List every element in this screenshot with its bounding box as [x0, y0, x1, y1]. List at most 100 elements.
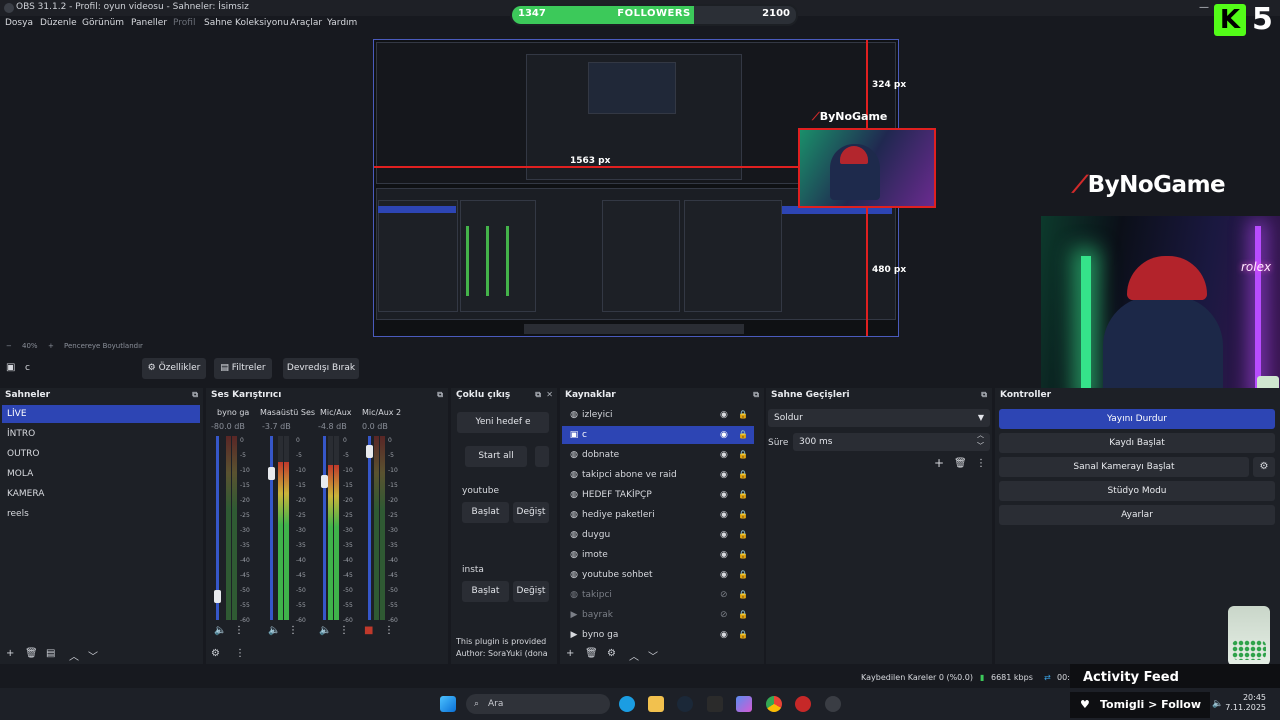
scene-item[interactable]: LİVE: [2, 405, 200, 423]
eye-icon[interactable]: ◉: [720, 506, 728, 524]
target-edit-button[interactable]: Değişt: [513, 502, 549, 523]
menu-file[interactable]: Dosya: [5, 18, 33, 28]
add-source-button[interactable]: +: [566, 648, 574, 659]
zoom-in-button[interactable]: +: [48, 342, 54, 350]
eye-hidden-icon[interactable]: ⊘: [720, 606, 728, 624]
mute-icon[interactable]: 🔈: [214, 625, 226, 636]
source-item[interactable]: ◍ izleyici ◉ 🔒: [562, 406, 754, 424]
eye-icon[interactable]: ◉: [720, 486, 728, 504]
remove-source-button[interactable]: 🗑: [585, 648, 598, 659]
channel-menu-icon[interactable]: ⋮: [339, 625, 349, 636]
eye-icon[interactable]: ◉: [720, 566, 728, 584]
move-down-button[interactable]: ﹀: [648, 648, 658, 663]
chrome-icon[interactable]: [766, 696, 782, 712]
eye-icon[interactable]: ◉: [720, 446, 728, 464]
copilot-icon[interactable]: [736, 696, 752, 712]
menu-scene-collection[interactable]: Sahne Koleksiyonu: [204, 18, 289, 28]
virtual-camera-settings-icon[interactable]: ⚙: [1253, 457, 1275, 477]
lock-icon[interactable]: 🔒: [738, 486, 748, 504]
undock-icon[interactable]: ⧉: [437, 390, 443, 400]
menu-edit[interactable]: Düzenle: [40, 18, 77, 28]
menu-view[interactable]: Görünüm: [82, 18, 124, 28]
lock-icon[interactable]: 🔒: [738, 506, 748, 524]
eye-icon[interactable]: ◉: [720, 526, 728, 544]
lock-icon[interactable]: 🔒: [738, 526, 748, 544]
move-down-button[interactable]: ﹀: [88, 648, 98, 663]
channel-menu-icon[interactable]: ⋮: [234, 625, 244, 636]
minimize-button[interactable]: —: [1192, 0, 1216, 16]
selected-source-bounds[interactable]: [798, 128, 936, 208]
settings-button[interactable]: Ayarlar: [999, 505, 1275, 525]
eye-icon[interactable]: ◉: [720, 626, 728, 644]
edge-icon[interactable]: [619, 696, 635, 712]
virtual-camera-button[interactable]: Sanal Kamerayı Başlat: [999, 457, 1249, 477]
stop-all-button[interactable]: [535, 446, 549, 467]
menu-profile[interactable]: Profil: [173, 18, 195, 28]
muted-icon[interactable]: ■: [364, 625, 373, 636]
move-up-button[interactable]: ︿: [629, 648, 639, 663]
volume-fader-knob[interactable]: [321, 475, 328, 489]
scene-item[interactable]: İNTRO: [2, 425, 200, 443]
menu-docks[interactable]: Paneller: [131, 18, 167, 28]
lock-icon[interactable]: 🔒: [738, 566, 748, 584]
lock-icon[interactable]: 🔒: [738, 546, 748, 564]
source-item[interactable]: ▶ byno ga ◉ 🔒: [562, 626, 754, 644]
channel-menu-icon[interactable]: ⋮: [384, 625, 394, 636]
remove-transition-button[interactable]: 🗑: [954, 458, 967, 469]
move-up-button[interactable]: ︿: [69, 648, 79, 663]
source-properties-button[interactable]: ⚙: [607, 648, 616, 659]
source-item[interactable]: ◍ HEDEF TAKİPÇP ◉ 🔒: [562, 486, 754, 504]
eye-icon[interactable]: ◉: [720, 466, 728, 484]
start-all-button[interactable]: Start all: [465, 446, 527, 467]
mute-icon[interactable]: 🔈: [268, 625, 280, 636]
source-item[interactable]: ◍ imote ◉ 🔒: [562, 546, 754, 564]
scene-item[interactable]: reels: [2, 505, 200, 523]
app-red-icon[interactable]: [795, 696, 811, 712]
source-item[interactable]: ▣ c ◉ 🔒: [562, 426, 754, 444]
transition-menu-icon[interactable]: ⋮: [976, 458, 986, 469]
scene-item[interactable]: KAMERA: [2, 485, 200, 503]
source-item[interactable]: ◍ takipci ⊘ 🔒: [562, 586, 754, 604]
mute-icon[interactable]: 🔈: [319, 625, 331, 636]
volume-fader-knob[interactable]: [366, 444, 373, 458]
obs-icon[interactable]: [825, 696, 841, 712]
deactivate-button[interactable]: Devredışı Bırak: [283, 358, 359, 379]
author-note[interactable]: Author: SoraYuki (dona: [456, 649, 548, 658]
channel-menu-icon[interactable]: ⋮: [288, 625, 298, 636]
scene-item[interactable]: OUTRO: [2, 445, 200, 463]
source-item[interactable]: ◍ dobnate ◉ 🔒: [562, 446, 754, 464]
remove-scene-button[interactable]: 🗑: [25, 648, 38, 659]
properties-button[interactable]: ⚙ Özellikler: [142, 358, 206, 379]
target-start-button[interactable]: Başlat: [462, 581, 509, 602]
menu-help[interactable]: Yardım: [327, 18, 357, 28]
filters-button[interactable]: ▤ Filtreler: [214, 358, 272, 379]
lock-icon[interactable]: 🔒: [738, 426, 748, 444]
lock-icon[interactable]: 🔒: [738, 406, 748, 424]
new-target-button[interactable]: Yeni hedef e: [457, 412, 549, 433]
stop-stream-button[interactable]: Yayını Durdur: [999, 409, 1275, 429]
volume-fader-track[interactable]: [323, 436, 326, 620]
source-item[interactable]: ◍ youtube sohbet ◉ 🔒: [562, 566, 754, 584]
eye-hidden-icon[interactable]: ⊘: [720, 586, 728, 604]
epic-games-icon[interactable]: [707, 696, 723, 712]
file-explorer-icon[interactable]: [648, 696, 664, 712]
eye-icon[interactable]: ◉: [720, 406, 728, 424]
add-scene-button[interactable]: +: [6, 648, 14, 659]
close-icon[interactable]: ✕: [546, 390, 553, 399]
source-item[interactable]: ◍ duygu ◉ 🔒: [562, 526, 754, 544]
advanced-audio-icon[interactable]: ⚙: [211, 648, 220, 659]
volume-icon[interactable]: 🔈: [1212, 699, 1223, 709]
add-transition-button[interactable]: +: [934, 456, 944, 470]
lock-icon[interactable]: 🔒: [738, 606, 748, 624]
lock-icon[interactable]: 🔒: [738, 446, 748, 464]
zoom-out-button[interactable]: −: [6, 342, 12, 350]
taskbar-clock[interactable]: 20:45 7.11.2025: [1225, 693, 1266, 713]
target-edit-button[interactable]: Değişt: [513, 581, 549, 602]
duration-input[interactable]: 300 ms ︿ ﹀: [793, 430, 990, 452]
stepper-icon[interactable]: ︿ ﹀: [977, 430, 984, 452]
taskbar-search[interactable]: ⌕ Ara: [466, 694, 610, 714]
lock-icon[interactable]: 🔒: [738, 626, 748, 644]
volume-fader-knob[interactable]: [214, 589, 221, 603]
target-start-button[interactable]: Başlat: [462, 502, 509, 523]
steam-icon[interactable]: [677, 696, 693, 712]
